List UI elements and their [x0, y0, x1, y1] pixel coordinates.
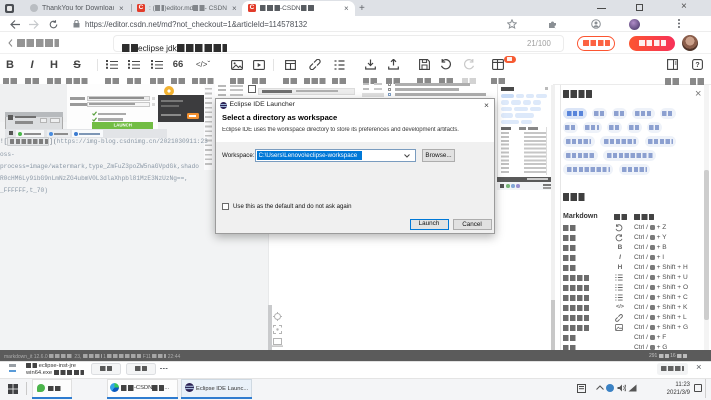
svg-text:?: ?	[695, 62, 699, 69]
